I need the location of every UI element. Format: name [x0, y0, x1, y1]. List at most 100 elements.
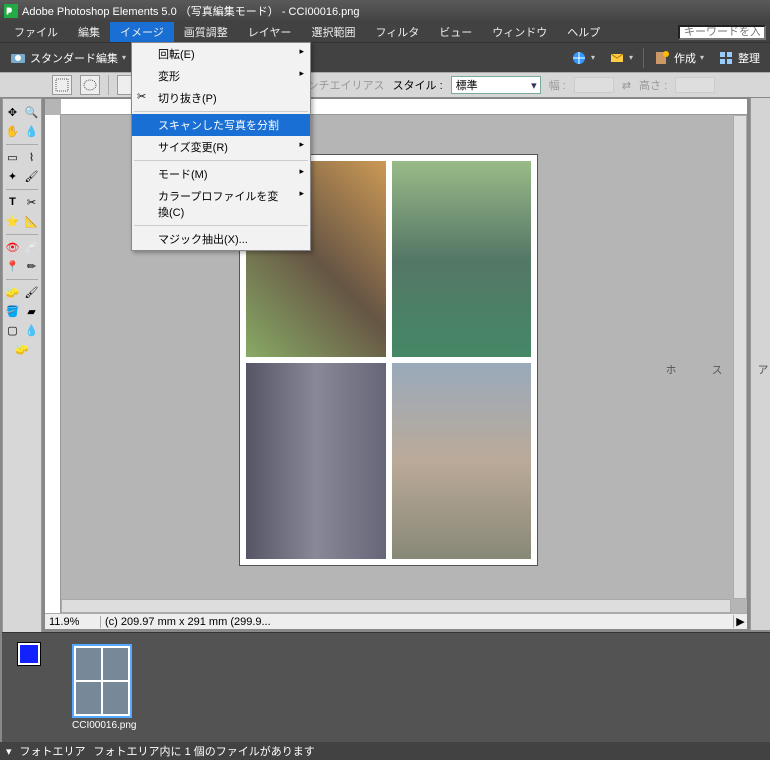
redeye-tool[interactable]: 👁: [4, 238, 22, 256]
menuitem-label: サイズ変更(R): [158, 139, 228, 155]
options-bar: アンチエイリアス スタイル : 標準 幅 : ⇄ 高さ :: [0, 72, 770, 98]
panel-tab[interactable]: ホ: [662, 364, 678, 375]
menu-separator: [134, 225, 308, 226]
organize-label: 整理: [738, 50, 760, 66]
style-select[interactable]: 標準: [451, 76, 541, 94]
thumb-filename: CCI00016.png: [72, 720, 134, 731]
menuitem-label: 変形: [158, 68, 180, 84]
mail-button[interactable]: ▾: [605, 48, 637, 68]
text-tool[interactable]: T: [4, 193, 22, 211]
menuitem-label: スキャンした写真を分割: [158, 117, 279, 133]
doc-dimensions: (c) 209.97 mm x 291 mm (299.9...: [101, 616, 733, 628]
style-label: スタイル :: [393, 77, 443, 93]
thumbnail[interactable]: CCI00016.png: [72, 644, 134, 731]
menu-ファイル[interactable]: ファイル: [4, 22, 68, 42]
browse-button[interactable]: ▾: [567, 48, 599, 68]
create-icon: [654, 50, 670, 66]
menu-レイヤー[interactable]: レイヤー: [238, 22, 302, 42]
menuitem-label: カラープロファイルを変換(C): [158, 188, 288, 220]
photo-2: [392, 161, 532, 357]
menu-separator: [134, 111, 308, 112]
move-tool[interactable]: ✥: [4, 103, 22, 121]
hscrollbar[interactable]: [61, 599, 731, 613]
menuitem-3[interactable]: スキャンした写真を分割: [132, 114, 310, 136]
edit-mode-selector[interactable]: スタンダード編集▾: [6, 48, 130, 68]
cookie-tool[interactable]: ⭐: [4, 212, 22, 230]
mode-label: スタンダード編集: [30, 50, 118, 66]
menu-イメージ[interactable]: イメージ: [110, 22, 174, 42]
sponge-tool[interactable]: 🧽: [13, 340, 31, 358]
eyedropper-tool[interactable]: 💧: [23, 122, 41, 140]
camera-icon: [10, 50, 26, 66]
marquee-rect-icon[interactable]: [52, 75, 72, 95]
panel-tab[interactable]: ス: [708, 364, 724, 375]
main-toolbar: スタンダード編集▾ ▾ ▾ 作成▾ 整理: [0, 42, 770, 72]
menuitem-label: マジック抽出(X)...: [158, 231, 248, 247]
straighten-tool[interactable]: 📐: [23, 212, 41, 230]
mail-icon: [609, 50, 625, 66]
wand-tool[interactable]: ✦: [4, 167, 22, 185]
marquee-ellipse-icon[interactable]: [80, 75, 100, 95]
healing-tool[interactable]: 🩹: [23, 238, 41, 256]
zoom-tool[interactable]: 🔍: [23, 103, 41, 121]
photo-3: [246, 363, 386, 559]
menu-選択範囲[interactable]: 選択範囲: [301, 22, 365, 42]
menu-画質調整[interactable]: 画質調整: [174, 22, 238, 42]
select-brush-tool[interactable]: 🖌: [23, 167, 41, 185]
menuitem-label: 切り抜き(P): [158, 90, 217, 106]
photo-bin: CCI00016.png: [2, 632, 770, 742]
menuitem-2[interactable]: ✂切り抜き(P): [132, 87, 310, 109]
width-label: 幅 :: [549, 77, 566, 93]
expand-icon[interactable]: ▾: [6, 745, 12, 758]
bucket-tool[interactable]: 🪣: [4, 302, 22, 320]
title-bar: Adobe Photoshop Elements 5.0 （写真編集モード） -…: [0, 0, 770, 22]
doc-status-strip: 11.9% (c) 209.97 mm x 291 mm (299.9... ▶: [45, 613, 747, 629]
ruler-vertical: [45, 115, 61, 613]
image-menu-dropdown: 回転(E) 変形 ✂切り抜き(P) スキャンした写真を分割サイズ変更(R) モード(M)…: [131, 42, 311, 251]
globe-icon: [571, 50, 587, 66]
eraser-tool[interactable]: 🧽: [4, 283, 22, 301]
menuitem-label: 回転(E): [158, 46, 195, 62]
brush-tool[interactable]: 🖌: [23, 283, 41, 301]
grid-icon: [718, 50, 734, 66]
gradient-tool[interactable]: ▰: [23, 302, 41, 320]
style-value: 標準: [456, 77, 478, 93]
crop-tool[interactable]: ✂: [23, 193, 41, 211]
vscrollbar[interactable]: [733, 115, 747, 599]
create-label: 作成: [674, 50, 696, 66]
menu-フィルタ[interactable]: フィルタ: [365, 22, 429, 42]
lasso-tool[interactable]: ⌇: [23, 148, 41, 166]
hand-tool[interactable]: ✋: [4, 122, 22, 140]
marquee-tool[interactable]: ▭: [4, 148, 22, 166]
height-label: 高さ :: [639, 77, 667, 93]
help-search-input[interactable]: [678, 25, 766, 40]
menu-ビュー[interactable]: ビュー: [429, 22, 482, 42]
info-arrow-icon[interactable]: ▶: [733, 615, 747, 628]
menuitem-1[interactable]: 変形: [132, 65, 310, 87]
width-input: [574, 77, 614, 93]
menu-bar: ファイル編集イメージ画質調整レイヤー選択範囲フィルタビューウィンドウヘルプ: [0, 22, 770, 42]
status-message: フォトエリア内に 1 個のファイルがあります: [94, 743, 315, 759]
zoom-level[interactable]: 11.9%: [45, 616, 101, 628]
stamp-tool[interactable]: 📍: [4, 257, 22, 275]
menuitem-4[interactable]: サイズ変更(R): [132, 136, 310, 158]
panel-tab[interactable]: ア: [754, 364, 770, 375]
menuitem-5[interactable]: モード(M): [132, 163, 310, 185]
menuitem-0[interactable]: 回転(E): [132, 43, 310, 65]
height-input: [675, 77, 715, 93]
pencil-tool[interactable]: ✏: [23, 257, 41, 275]
menuitem-7[interactable]: マジック抽出(X)...: [132, 228, 310, 250]
status-bar: ▾ フォトエリア フォトエリア内に 1 個のファイルがあります: [0, 742, 770, 760]
menu-ウィンドウ[interactable]: ウィンドウ: [482, 22, 557, 42]
shape-tool[interactable]: ▢: [4, 321, 22, 339]
blur-tool[interactable]: 💧: [23, 321, 41, 339]
photo-area-label[interactable]: フォトエリア: [20, 743, 86, 759]
menu-ヘルプ[interactable]: ヘルプ: [557, 22, 610, 42]
organize-button[interactable]: 整理: [714, 48, 764, 68]
create-button[interactable]: 作成▾: [650, 48, 708, 68]
menuitem-6[interactable]: カラープロファイルを変換(C): [132, 185, 310, 223]
menu-編集[interactable]: 編集: [68, 22, 110, 42]
bin-swatch: [18, 643, 40, 665]
app-icon: [4, 4, 18, 18]
swap-icon[interactable]: ⇄: [622, 79, 631, 92]
